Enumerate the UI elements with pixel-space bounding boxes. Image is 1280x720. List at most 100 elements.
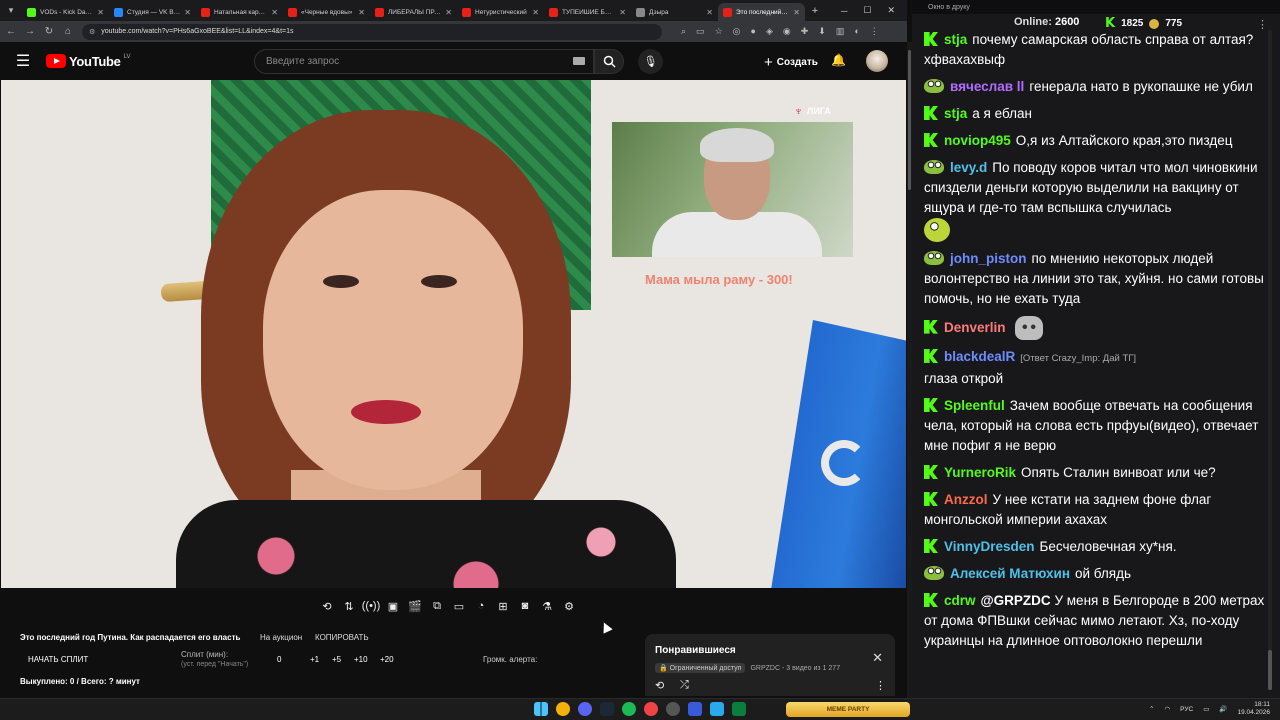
extension-icon[interactable]: ◉ [783,26,791,37]
extension-icon[interactable]: ◈ [766,26,773,37]
increment-button[interactable]: +5 [332,655,341,664]
keyboard-icon[interactable] [573,57,585,65]
chat-username[interactable]: Алексей Матюхин [950,566,1070,581]
windows-start-icon[interactable] [534,702,548,716]
chat-username[interactable]: levy.d [950,160,987,175]
close-window-icon[interactable]: ✕ [887,5,895,16]
tab-close-icon[interactable]: ✕ [184,8,191,17]
chat-username[interactable]: Denverlin [944,320,1006,335]
playlist-title[interactable]: Понравившиеся [655,645,736,656]
zoom-icon[interactable]: ⌕ [681,26,686,37]
network-icon[interactable]: ▭ [1203,705,1209,713]
auction-button[interactable]: На аукцион [260,633,302,642]
browser-tab[interactable]: ЛИБЕРАЛЫ ПРАВЫ ✕ [370,3,457,21]
pip-icon[interactable]: ⧉ [428,597,446,615]
chat-username[interactable]: john_piston [950,251,1027,266]
copy-button[interactable]: КОПИРОВАТЬ [315,633,369,642]
tab-close-icon[interactable]: ✕ [271,8,278,17]
extension-icon[interactable]: ● [751,26,756,37]
chat-username[interactable]: Anzzol [944,492,988,507]
wifi-icon[interactable]: ◠ [1165,705,1171,713]
language-indicator[interactable]: РУС [1180,706,1193,713]
app-icon[interactable] [732,702,746,716]
chat-username[interactable]: cdrw [944,593,976,608]
menu-icon[interactable]: ☰ [0,51,46,71]
chrome-icon[interactable] [556,702,570,716]
browser-tab[interactable]: VODs - Kick Dashb ✕ [22,3,109,21]
chat-username[interactable]: VinnyDresden [944,539,1035,554]
chat-scrollbar[interactable] [1268,30,1272,690]
forward-icon[interactable]: → [25,26,35,37]
chat-username[interactable]: вячеслав ll [950,79,1024,94]
screenshot-camera-icon[interactable]: ◙ [516,597,534,615]
shuffle-icon[interactable]: ⤮ [680,679,689,692]
home-icon[interactable]: ⌂ [63,26,73,37]
speed-icon[interactable]: ◔ [472,597,490,615]
tab-close-icon[interactable]: ✕ [445,8,452,17]
telegram-icon[interactable] [710,702,724,716]
chat-username[interactable]: stja [944,106,967,121]
obs-icon[interactable] [666,702,680,716]
browser-tab[interactable]: Это последний год ✕ [718,3,805,21]
browser-tab[interactable]: Натальная карта Я ✕ [196,3,283,21]
browser-tab[interactable]: «Черные вдовы» ✕ [283,3,370,21]
clock[interactable]: 18:11 19.04.2026 [1237,701,1270,717]
tab-close-icon[interactable]: ✕ [793,8,800,17]
chat-scrollbar-thumb[interactable] [1268,650,1272,690]
tab-close-icon[interactable]: ✕ [619,8,626,17]
account-avatar[interactable] [866,50,888,72]
spotify-icon[interactable] [622,702,636,716]
tab-close-icon[interactable]: ✕ [706,8,713,17]
loop-icon[interactable]: ⟲ [318,597,336,615]
theater-icon[interactable]: ▭ [450,597,468,615]
puzzle-icon[interactable]: ✚ [801,26,809,37]
meme-party-widget[interactable]: MEME PARTY [786,702,910,717]
increment-button[interactable]: +20 [380,655,394,664]
cast-icon[interactable]: ▭ [696,26,705,37]
download-icon[interactable]: ⬇ [818,26,826,37]
bookmark-star-icon[interactable]: ☆ [715,26,723,37]
url-field[interactable]: ⚙ youtube.com/watch?v=PHs6aGxoBEE&list=L… [82,23,662,40]
extension-icon[interactable]: ◎ [733,26,741,37]
chat-mention[interactable]: @GRPZDC [981,593,1051,608]
reload-icon[interactable]: ↻ [44,26,54,37]
steam-icon[interactable] [600,702,614,716]
site-info-icon[interactable]: ⚙ [89,28,95,36]
create-button[interactable]: + Создать [756,51,826,73]
clip-icon[interactable]: 🎬 [406,597,424,615]
loop-playlist-icon[interactable]: ⟲ [655,679,664,692]
discord-icon[interactable] [578,702,592,716]
add-clip-icon[interactable]: ⊞ [494,597,512,615]
split-value-field[interactable]: 0 [277,655,281,664]
more-options-icon[interactable]: ⋮ [875,679,886,692]
reply-reference[interactable]: [Ответ Crazy_Imp: Дай ТГ] [1020,353,1136,364]
app-icon[interactable] [644,702,658,716]
youtube-logo[interactable]: YouTube LV [46,54,130,69]
back-icon[interactable]: ← [6,26,16,37]
tab-search-icon[interactable]: ▾ [0,0,22,21]
browser-tab[interactable]: Дзыра ✕ [631,3,718,21]
tab-close-icon[interactable]: ✕ [532,8,539,17]
browser-tab[interactable]: ТУПЕЙШИЕ БЕЛЫЕ ✕ [544,3,631,21]
chat-username[interactable]: blackdealR [944,349,1015,364]
tab-close-icon[interactable]: ✕ [358,8,365,17]
scrollbar-thumb[interactable] [908,50,911,190]
sort-icon[interactable]: ⇅ [340,597,358,615]
video-player[interactable]: ♆ ЛИГА Мама мыла раму - 300! [1,80,906,588]
new-tab-button[interactable]: + [805,5,825,17]
settings-gear-icon[interactable]: ⚙ [560,597,578,615]
voice-search-button[interactable]: 🎙 [638,49,663,74]
menu-dots-icon[interactable]: ⋮ [870,26,879,37]
notifications-bell-icon[interactable]: 🔔 [831,53,846,67]
app-icon[interactable] [688,702,702,716]
sidebar-icon[interactable]: ▥ [836,26,845,37]
chat-username[interactable]: YurneroRik [944,465,1016,480]
profile-icon[interactable]: ◐ [854,26,859,37]
close-icon[interactable]: ✕ [872,650,883,666]
broadcast-icon[interactable]: ((•)) [362,597,381,615]
volume-icon[interactable]: 🔊 [1219,705,1227,713]
maximize-icon[interactable]: ☐ [863,5,871,16]
minimize-icon[interactable]: ─ [841,6,847,16]
tray-chevron-icon[interactable]: ⌃ [1149,705,1154,713]
search-button[interactable] [594,49,624,74]
